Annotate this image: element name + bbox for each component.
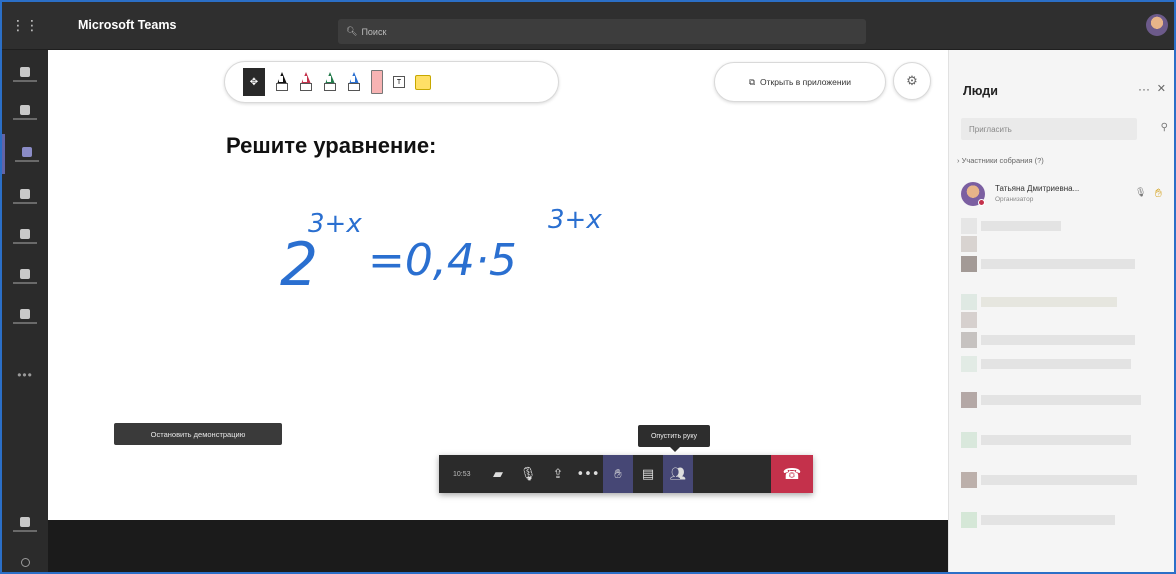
calendar-icon	[20, 228, 30, 239]
search-placeholder: Поиск	[361, 26, 387, 37]
top-bar: ⋮⋮ Microsoft Teams 🔍︎ Поиск	[2, 2, 1174, 50]
open-app-icon: ⧉	[748, 76, 756, 87]
participants-section-label: Участники собрания (?)	[961, 156, 1044, 165]
avatar	[961, 472, 977, 488]
participant-name-blurred	[981, 297, 1117, 307]
link-icon[interactable]: ⚲	[1161, 122, 1168, 133]
eq-base-2: 2	[280, 230, 318, 300]
search-input[interactable]: 🔍︎ Поиск	[338, 19, 866, 44]
avatar	[961, 392, 977, 408]
gear-icon[interactable]: ⚙	[893, 62, 931, 100]
equation-ink: 2 3+x =0,4·5 3+x	[280, 205, 602, 300]
phone-hangup-icon[interactable]: ☎︎	[771, 455, 813, 493]
eq-exp-left: 3+x	[308, 209, 362, 239]
rail-calendar[interactable]	[2, 216, 48, 256]
phone-icon	[20, 268, 30, 279]
participant-name-blurred	[981, 475, 1137, 485]
chat-icon	[20, 104, 30, 115]
participant-name-blurred	[981, 335, 1135, 345]
hand-icon[interactable]: ✋︎	[603, 455, 633, 493]
pen-red-icon[interactable]	[299, 70, 313, 94]
camera-off-icon[interactable]: ▰	[483, 455, 513, 493]
whiteboard-canvas[interactable]: ✥ T ⧉ Открыть в приложении ⚙ Решите урав…	[48, 50, 948, 520]
avatar	[961, 432, 977, 448]
hand-icon: ✋︎	[1155, 186, 1162, 200]
text-tool-icon[interactable]: T	[393, 76, 405, 88]
pen-blue-icon[interactable]	[347, 70, 361, 94]
close-icon[interactable]: ✕	[1157, 82, 1166, 95]
participants-section[interactable]: › Участники собрания (?)	[957, 156, 1044, 165]
avatar	[961, 332, 977, 348]
pen-green-icon[interactable]	[323, 70, 337, 94]
rail-help[interactable]	[2, 544, 48, 572]
pen-black-icon[interactable]	[275, 70, 289, 94]
avatar	[961, 294, 977, 310]
list-item[interactable]: Татьяна Дмитриевна... Организатор 🎙︎ ✋︎	[961, 180, 1171, 210]
avatar	[961, 256, 977, 272]
chat-icon[interactable]: ▤	[633, 455, 663, 493]
open-in-app-label: Открыть в приложении	[760, 77, 852, 87]
avatar	[961, 512, 977, 528]
participant-name-blurred	[981, 395, 1141, 405]
avatar	[961, 356, 977, 372]
open-in-app-button[interactable]: ⧉ Открыть в приложении	[714, 62, 886, 102]
call-controls: 10:53 ▰ 🎙︎ ⇪ ••• ✋︎ ▤ 👥︎ ☎︎	[439, 455, 813, 493]
participant-name: Татьяна Дмитриевна...	[995, 184, 1080, 193]
mic-off-icon: 🎙︎	[1135, 188, 1147, 198]
teams-window: ⋮⋮ Microsoft Teams 🔍︎ Поиск ••• ✥ T ⧉ От…	[0, 0, 1176, 574]
eq-rhs: =0,4·5	[368, 235, 517, 286]
app-title: Microsoft Teams	[78, 18, 177, 32]
rail-chat[interactable]	[2, 92, 48, 132]
eq-exp-right: 3+x	[548, 205, 602, 235]
rail-files[interactable]	[2, 296, 48, 336]
board-heading: Решите уравнение:	[226, 133, 437, 158]
more-apps-icon[interactable]: •••	[2, 368, 48, 382]
share-screen-icon[interactable]: ⇪	[543, 455, 573, 493]
stop-sharing-button[interactable]: Остановить демонстрацию	[114, 423, 282, 445]
more-actions-icon[interactable]: •••	[573, 455, 603, 493]
invite-input[interactable]: Пригласить	[961, 118, 1137, 140]
participant-name-blurred	[981, 435, 1131, 445]
call-timer: 10:53	[453, 470, 471, 478]
participant-name-blurred	[981, 515, 1115, 525]
participant-name-blurred	[981, 359, 1131, 369]
highlighter-icon[interactable]	[371, 70, 383, 94]
raise-hand-tooltip: Опустить руку	[638, 425, 710, 452]
participant-name-blurred	[981, 259, 1135, 269]
help-icon	[20, 558, 30, 567]
whiteboard-toolbar: ✥ T	[224, 61, 559, 103]
rail-calls[interactable]	[2, 256, 48, 296]
more-options-icon[interactable]: ···	[1138, 82, 1150, 96]
avatar	[961, 236, 977, 252]
teams-icon	[21, 146, 32, 157]
sticky-note-icon[interactable]	[415, 74, 431, 90]
rail-activity[interactable]	[2, 54, 48, 94]
participant-name-blurred	[981, 221, 1061, 231]
stage-bottom	[48, 520, 948, 572]
mic-off-icon[interactable]: 🎙︎	[513, 455, 543, 493]
apps-icon	[20, 516, 30, 527]
left-rail: •••	[2, 50, 48, 572]
rail-assignments[interactable]	[2, 176, 48, 216]
status-badge	[978, 199, 985, 206]
rail-apps[interactable]	[2, 504, 48, 544]
waffle-icon[interactable]: ⋮⋮	[2, 2, 48, 50]
assignments-icon	[20, 188, 30, 199]
people-panel: Люди ··· ✕ Пригласить ⚲ › Участники собр…	[948, 50, 1174, 572]
file-icon	[20, 308, 30, 319]
select-tool-icon[interactable]: ✥	[243, 68, 265, 96]
avatar[interactable]	[1146, 14, 1168, 36]
rail-teams[interactable]	[2, 134, 48, 174]
search-icon: 🔍︎	[346, 26, 358, 36]
bell-icon	[20, 66, 30, 77]
participants-icon[interactable]: 👥︎	[663, 455, 693, 493]
avatar	[961, 218, 977, 234]
people-title: Люди	[963, 84, 998, 98]
avatar	[961, 312, 977, 328]
participant-role: Организатор	[995, 196, 1034, 203]
